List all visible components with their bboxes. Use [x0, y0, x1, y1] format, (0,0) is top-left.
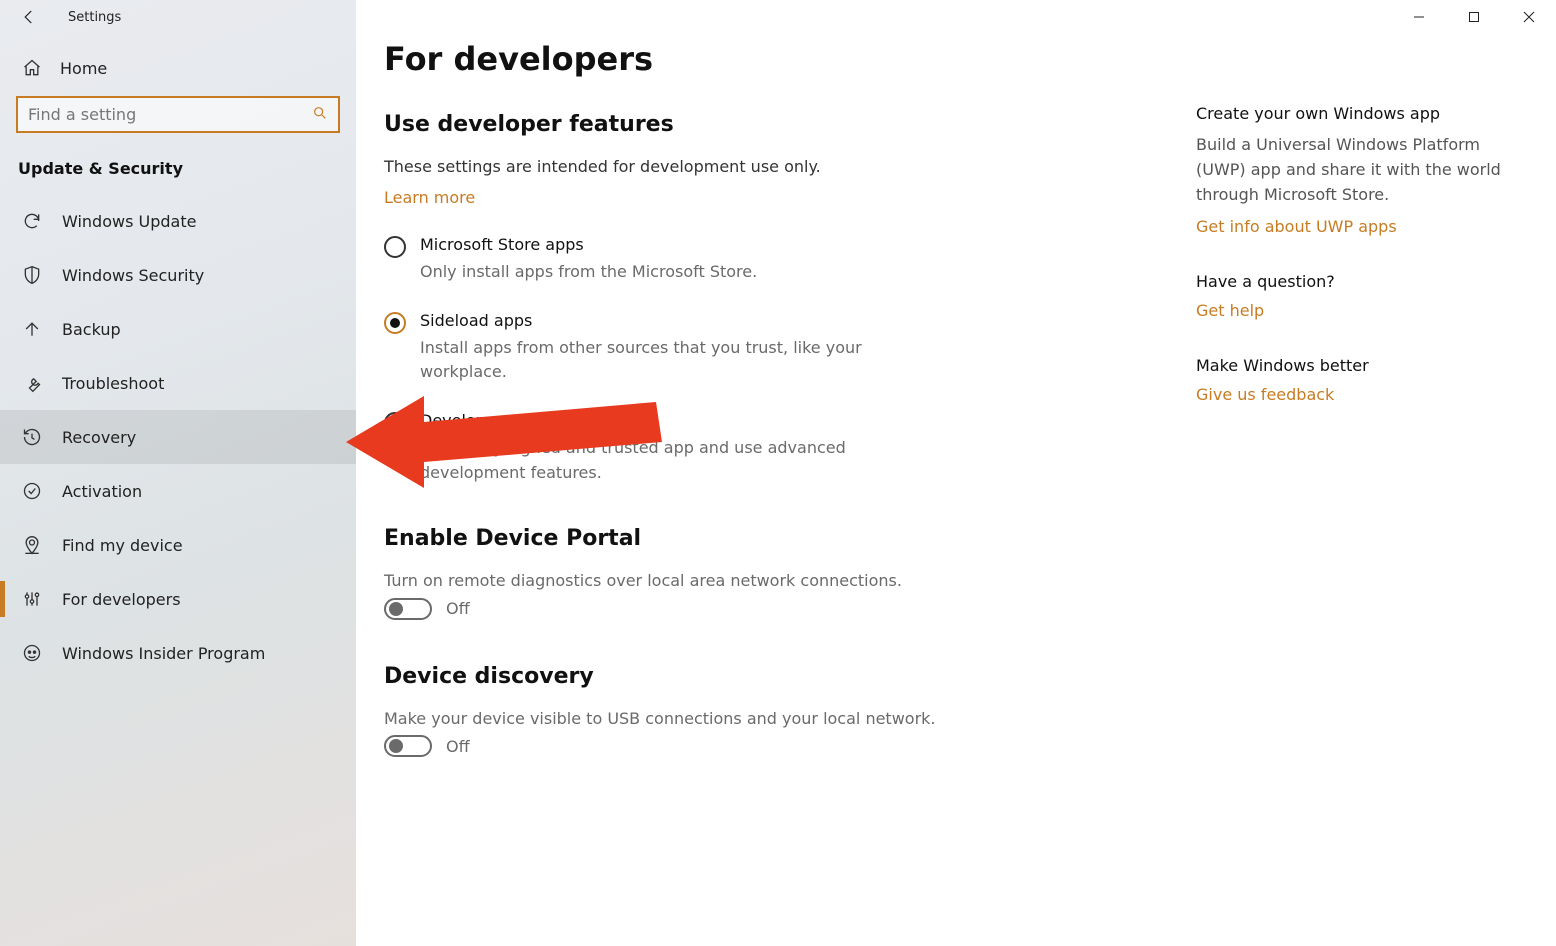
category-label: Update & Security	[0, 153, 356, 194]
dev-features-heading: Use developer features	[384, 112, 1156, 137]
app-title: Settings	[46, 10, 121, 25]
device-discovery-toggle-label: Off	[446, 737, 470, 756]
radio-indicator	[384, 236, 406, 258]
sidebar-item-label: Recovery	[62, 428, 136, 447]
learn-more-link[interactable]: Learn more	[384, 188, 475, 207]
question-section: Have a question? Get help	[1196, 272, 1516, 320]
device-portal-heading: Enable Device Portal	[384, 526, 1156, 551]
device-discovery-toggle[interactable]	[384, 735, 432, 757]
uwp-info-link[interactable]: Get info about UWP apps	[1196, 217, 1397, 236]
insider-icon	[22, 643, 42, 663]
radio-title: Microsoft Store apps	[420, 235, 757, 254]
sidebar-item-label: Windows Update	[62, 212, 196, 231]
sidebar-item-activation[interactable]: Activation	[0, 464, 356, 518]
sidebar-item-windows-insider-program[interactable]: Windows Insider Program	[0, 626, 356, 680]
create-app-body: Build a Universal Windows Platform (UWP)…	[1196, 133, 1516, 207]
shield-icon	[22, 265, 42, 285]
device-portal-desc: Turn on remote diagnostics over local ar…	[384, 569, 944, 594]
sidebar-item-for-developers[interactable]: For developers	[0, 572, 356, 626]
radio-title: Sideload apps	[420, 311, 944, 330]
radio-microsoft-store-apps[interactable]: Microsoft Store apps Only install apps fr…	[384, 235, 944, 285]
feedback-section: Make Windows better Give us feedback	[1196, 356, 1516, 404]
sidebar-item-backup[interactable]: Backup	[0, 302, 356, 356]
radio-indicator	[384, 312, 406, 334]
window-controls	[1391, 0, 1556, 34]
dev-mode-radio-group: Microsoft Store apps Only install apps fr…	[384, 235, 944, 486]
sliders-icon	[22, 589, 42, 609]
history-icon	[22, 427, 42, 447]
radio-title: Developer mode	[420, 411, 944, 430]
sidebar-item-windows-update[interactable]: Windows Update	[0, 194, 356, 248]
settings-window: Settings Home Update & Security Windows …	[0, 0, 1556, 946]
radio-indicator	[384, 412, 406, 434]
feedback-link[interactable]: Give us feedback	[1196, 385, 1334, 404]
dev-features-desc: These settings are intended for developm…	[384, 155, 1156, 180]
sidebar-item-label: Find my device	[62, 536, 183, 555]
create-app-head: Create your own Windows app	[1196, 104, 1516, 123]
sync-icon	[22, 211, 42, 231]
sidebar: Settings Home Update & Security Windows …	[0, 0, 356, 946]
home-icon	[22, 58, 42, 78]
titlebar: Settings	[0, 0, 356, 34]
page-title: For developers	[384, 40, 1156, 78]
create-app-section: Create your own Windows app Build a Univ…	[1196, 104, 1516, 236]
device-portal-toggle-label: Off	[446, 599, 470, 618]
minimize-button[interactable]	[1391, 0, 1446, 34]
search-wrap	[0, 96, 356, 153]
side-panel: Create your own Windows app Build a Univ…	[1196, 0, 1556, 946]
location-icon	[22, 535, 42, 555]
sidebar-item-windows-security[interactable]: Windows Security	[0, 248, 356, 302]
radio-sideload-apps[interactable]: Sideload apps Install apps from other sou…	[384, 311, 944, 386]
question-head: Have a question?	[1196, 272, 1516, 291]
device-discovery-heading: Device discovery	[384, 664, 1156, 689]
radio-developer-mode[interactable]: Developer mode Install any signed and tru…	[384, 411, 944, 486]
arrow-up-icon	[22, 319, 42, 339]
sidebar-item-find-my-device[interactable]: Find my device	[0, 518, 356, 572]
search-icon	[312, 105, 328, 125]
content: For developers Use developer features Th…	[356, 0, 1196, 946]
arrow-left-icon	[20, 8, 38, 26]
sidebar-item-label: Windows Insider Program	[62, 644, 265, 663]
radio-desc: Install apps from other sources that you…	[420, 336, 944, 386]
close-button[interactable]	[1501, 0, 1556, 34]
feedback-head: Make Windows better	[1196, 356, 1516, 375]
sidebar-item-label: Backup	[62, 320, 121, 339]
back-button[interactable]	[12, 0, 46, 34]
wrench-icon	[22, 373, 42, 393]
home-label: Home	[60, 59, 107, 78]
radio-desc: Install any signed and trusted app and u…	[420, 436, 944, 486]
sidebar-item-label: For developers	[62, 590, 181, 609]
radio-desc: Only install apps from the Microsoft Sto…	[420, 260, 757, 285]
nav-list: Windows Update Windows Security Backup Trou…	[0, 194, 356, 680]
sidebar-item-label: Troubleshoot	[62, 374, 164, 393]
device-portal-toggle[interactable]	[384, 598, 432, 620]
maximize-button[interactable]	[1446, 0, 1501, 34]
search-box[interactable]	[16, 96, 340, 133]
search-input[interactable]	[28, 105, 312, 124]
sidebar-item-recovery[interactable]: Recovery	[0, 410, 356, 464]
device-discovery-desc: Make your device visible to USB connecti…	[384, 707, 944, 732]
sidebar-item-troubleshoot[interactable]: Troubleshoot	[0, 356, 356, 410]
sidebar-item-label: Windows Security	[62, 266, 204, 285]
check-circle-icon	[22, 481, 42, 501]
get-help-link[interactable]: Get help	[1196, 301, 1264, 320]
home-link[interactable]: Home	[0, 34, 356, 96]
sidebar-item-label: Activation	[62, 482, 142, 501]
main: For developers Use developer features Th…	[356, 0, 1556, 946]
